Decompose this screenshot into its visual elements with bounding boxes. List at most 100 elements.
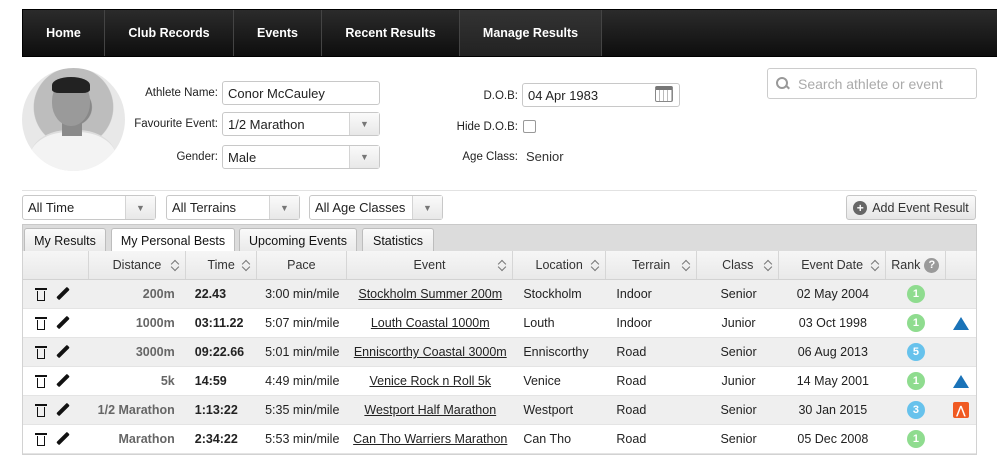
garmin-triangle-icon[interactable] xyxy=(952,374,969,388)
hide-dob-checkbox[interactable] xyxy=(523,120,536,133)
sort-icon xyxy=(243,259,251,271)
cell-class: Senior xyxy=(720,287,757,301)
cell-source: ⋀ xyxy=(946,396,976,424)
main-nav: Home Club Records Events Recent Results … xyxy=(22,9,997,57)
age-class-filter-select[interactable]: All Age Classes ▼ xyxy=(309,195,443,220)
pencil-icon[interactable] xyxy=(56,374,70,388)
col-pace: Pace xyxy=(257,251,347,279)
col-event-date[interactable]: Event Date xyxy=(779,251,886,279)
col-time[interactable]: Time xyxy=(186,251,257,279)
favourite-event-label: Favourite Event: xyxy=(134,118,218,130)
table-row: 1/2 Marathon 1:13:22 5:35 min/mile Westp… xyxy=(23,396,976,425)
search-icon xyxy=(776,76,790,91)
table-row: Marathon 2:34:22 5:53 min/mile Can Tho W… xyxy=(23,425,976,454)
cell-location: Venice xyxy=(523,374,561,388)
strava-icon[interactable]: ⋀ xyxy=(952,402,969,418)
cell-pace: 3:00 min/mile xyxy=(265,287,340,301)
pencil-icon[interactable] xyxy=(56,345,70,359)
cell-time: 09:22.66 xyxy=(194,345,245,359)
pencil-icon[interactable] xyxy=(56,287,70,301)
cell-rank: 1 xyxy=(886,280,946,308)
nav-events[interactable]: Events xyxy=(234,10,322,56)
cell-class: Senior xyxy=(720,345,757,359)
athlete-name-field[interactable]: Conor McCauley xyxy=(222,81,380,105)
nav-club-records[interactable]: Club Records xyxy=(105,10,234,56)
cell-class: Junior xyxy=(721,316,756,330)
cell-pace: 5:07 min/mile xyxy=(265,316,340,330)
cell-time: 22.43 xyxy=(194,287,227,301)
col-terrain-label: Terrain xyxy=(632,258,671,272)
col-class[interactable]: Class xyxy=(697,251,780,279)
event-link[interactable]: Can Tho Warriers Marathon xyxy=(353,432,507,446)
cell-location: Louth xyxy=(523,316,555,330)
cell-class: Junior xyxy=(721,374,756,388)
tab-strip: My Results My Personal Bests Upcoming Ev… xyxy=(22,224,977,253)
trash-icon[interactable] xyxy=(35,403,47,417)
col-location[interactable]: Location xyxy=(513,251,607,279)
cell-pace: 5:01 min/mile xyxy=(265,345,340,359)
col-distance[interactable]: Distance xyxy=(89,251,187,279)
rank-badge: 1 xyxy=(906,372,925,390)
athlete-name-label: Athlete Name: xyxy=(145,87,218,99)
search-input[interactable]: Search athlete or event xyxy=(767,68,977,99)
event-link[interactable]: Louth Coastal 1000m xyxy=(371,316,490,330)
cell-time: 14:59 xyxy=(194,374,227,388)
favourite-event-value: 1/2 Marathon xyxy=(228,117,305,132)
cell-event: Venice Rock n Roll 5k xyxy=(347,367,513,395)
nav-manage-results[interactable]: Manage Results xyxy=(460,10,602,56)
cell-rank: 1 xyxy=(886,367,946,395)
nav-recent-results[interactable]: Recent Results xyxy=(322,10,460,56)
row-actions xyxy=(23,396,89,424)
plus-icon: + xyxy=(853,200,868,215)
col-rank: Rank? xyxy=(886,251,946,279)
trash-icon[interactable] xyxy=(35,432,47,446)
favourite-event-select[interactable]: 1/2 Marathon ▼ xyxy=(222,112,380,136)
rank-badge: 1 xyxy=(906,285,925,303)
cell-source xyxy=(946,309,976,337)
gender-select[interactable]: Male ▼ xyxy=(222,145,380,169)
cell-rank: 1 xyxy=(886,425,946,453)
col-rank-label: Rank xyxy=(891,258,921,272)
terrain-filter-select[interactable]: All Terrains ▼ xyxy=(166,195,300,220)
cell-source xyxy=(946,425,976,453)
cell-event: Louth Coastal 1000m xyxy=(347,309,513,337)
pencil-icon[interactable] xyxy=(56,403,70,417)
age-class-value: Senior xyxy=(526,149,564,164)
trash-icon[interactable] xyxy=(35,316,47,330)
pencil-icon[interactable] xyxy=(56,316,70,330)
col-event-label: Event xyxy=(413,258,446,272)
cell-distance: Marathon xyxy=(118,432,175,446)
tab-my-personal-bests[interactable]: My Personal Bests xyxy=(111,228,235,253)
event-link[interactable]: Westport Half Marathon xyxy=(364,403,496,417)
tab-upcoming-events[interactable]: Upcoming Events xyxy=(239,228,357,252)
event-link[interactable]: Enniscorthy Coastal 3000m xyxy=(354,345,507,359)
cell-terrain: Road xyxy=(616,403,647,417)
tab-my-results[interactable]: My Results xyxy=(24,228,106,252)
calendar-icon[interactable] xyxy=(655,86,673,102)
chevron-down-icon: ▼ xyxy=(349,113,379,135)
add-event-result-button[interactable]: + Add Event Result xyxy=(846,195,976,220)
cell-distance: 200m xyxy=(142,287,175,301)
cell-event: Stockholm Summer 200m xyxy=(347,280,513,308)
pencil-icon[interactable] xyxy=(56,432,70,446)
tab-statistics[interactable]: Statistics xyxy=(362,228,434,252)
age-class-label: Age Class: xyxy=(462,151,518,163)
event-link[interactable]: Stockholm Summer 200m xyxy=(358,287,502,301)
cell-location: Westport xyxy=(523,403,574,417)
search-placeholder: Search athlete or event xyxy=(798,75,943,92)
add-event-result-label: Add Event Result xyxy=(872,200,969,215)
event-link[interactable]: Venice Rock n Roll 5k xyxy=(369,374,491,388)
time-filter-select[interactable]: All Time ▼ xyxy=(22,195,156,220)
cell-source xyxy=(946,280,976,308)
trash-icon[interactable] xyxy=(35,345,47,359)
nav-home[interactable]: Home xyxy=(23,10,105,56)
trash-icon[interactable] xyxy=(35,287,47,301)
cell-source xyxy=(946,338,976,366)
col-terrain[interactable]: Terrain xyxy=(606,251,698,279)
trash-icon[interactable] xyxy=(35,374,47,388)
help-icon[interactable]: ? xyxy=(924,257,940,273)
garmin-triangle-icon[interactable] xyxy=(952,316,969,330)
col-event[interactable]: Event xyxy=(347,251,514,279)
cell-distance: 5k xyxy=(160,374,175,388)
table-row: 1000m 03:11.22 5:07 min/mile Louth Coast… xyxy=(23,309,976,338)
